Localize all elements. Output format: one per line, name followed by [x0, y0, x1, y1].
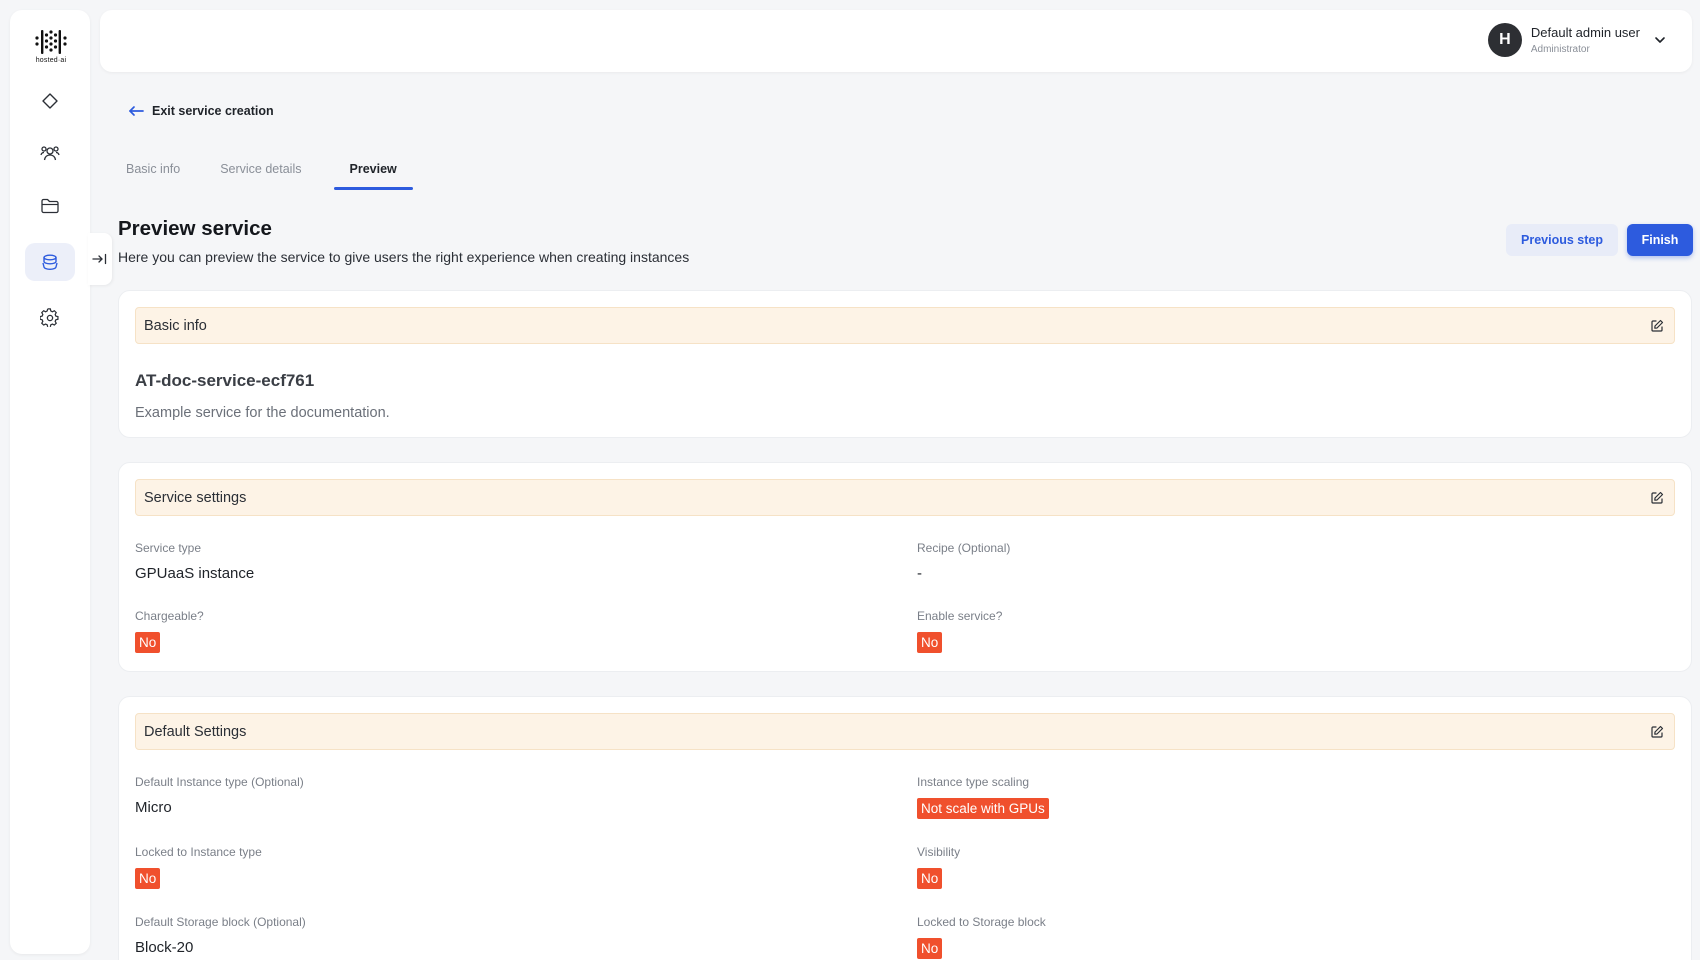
sidebar-item-dashboard[interactable]	[25, 82, 75, 120]
basic-info-title: Basic info	[144, 317, 207, 334]
locked-instance-type-badge: No	[135, 868, 161, 889]
default-storage-block-value: Block-20	[135, 939, 194, 956]
visibility-badge: No	[917, 868, 943, 889]
brand-logo[interactable]: hosted·ai	[32, 28, 70, 76]
field-visibility: Visibility No	[917, 845, 960, 889]
sidebar-collapse-toggle[interactable]	[88, 233, 112, 285]
instance-type-scaling-label: Instance type scaling	[917, 775, 1030, 789]
user-menu[interactable]: H Default admin user Administrator	[1487, 23, 1666, 57]
user-name: Default admin user	[1530, 25, 1640, 40]
chargeable-label: Chargeable?	[135, 609, 204, 623]
tab-preview[interactable]: Preview	[333, 156, 414, 190]
arrow-left-icon	[129, 106, 144, 116]
locked-storage-block-badge: No	[917, 938, 943, 959]
chargeable-badge: No	[135, 632, 161, 653]
field-instance-type-scaling: Instance type scaling Not scale with GPU…	[917, 775, 1049, 819]
chevron-down-icon	[1655, 37, 1665, 43]
field-locked-instance-type: Locked to Instance type No	[135, 845, 262, 889]
users-icon	[40, 146, 60, 161]
basic-info-card: Basic info AT-doc-service-ecf761 Example…	[118, 290, 1692, 438]
service-description: Example service for the documentation.	[135, 405, 390, 421]
default-storage-block-label: Default Storage block (Optional)	[135, 915, 306, 929]
locked-instance-type-label: Locked to Instance type	[135, 845, 262, 859]
default-instance-type-value: Micro	[135, 799, 172, 816]
instance-type-scaling-badge: Not scale with GPUs	[917, 798, 1049, 819]
sidebar-item-users[interactable]	[25, 134, 75, 172]
edit-default-settings-button[interactable]	[1650, 725, 1664, 739]
folder-icon	[41, 198, 59, 214]
user-role: Administrator	[1530, 44, 1590, 55]
default-instance-type-label: Default Instance type (Optional)	[135, 775, 304, 789]
field-default-storage-block: Default Storage block (Optional) Block-2…	[135, 915, 306, 956]
field-default-instance-type: Default Instance type (Optional) Micro	[135, 775, 304, 816]
sidebar-item-services[interactable]	[25, 243, 75, 281]
service-settings-header: Service settings	[135, 479, 1675, 516]
sidebar-item-settings[interactable]	[25, 299, 75, 337]
default-settings-card: Default Settings Default Instance type (…	[118, 696, 1692, 960]
field-locked-storage-block: Locked to Storage block No	[917, 915, 1046, 959]
page-title: Preview service	[118, 217, 272, 240]
sidebar-item-files[interactable]	[25, 187, 75, 225]
expand-sidebar-icon	[92, 253, 107, 265]
edit-basic-info-button[interactable]	[1650, 319, 1664, 333]
locked-storage-block-label: Locked to Storage block	[917, 915, 1046, 929]
service-type-label: Service type	[135, 541, 202, 555]
field-service-type: Service type GPUaaS instance	[135, 541, 254, 582]
top-bar: H Default admin user Administrator	[100, 10, 1692, 72]
exit-service-creation-link[interactable]: Exit service creation	[128, 104, 274, 118]
field-recipe: Recipe (Optional) -	[917, 541, 1010, 582]
recipe-label: Recipe (Optional)	[917, 541, 1011, 555]
sidebar: hosted·ai	[10, 10, 90, 954]
basic-info-header: Basic info	[135, 307, 1675, 344]
stack-icon	[42, 254, 58, 271]
previous-step-button[interactable]: Previous step	[1506, 224, 1618, 256]
tab-service-details[interactable]: Service details	[212, 156, 309, 190]
enable-service-badge: No	[917, 632, 943, 653]
enable-service-label: Enable service?	[917, 609, 1003, 623]
edit-icon	[1651, 319, 1664, 332]
edit-icon	[1651, 725, 1664, 738]
visibility-label: Visibility	[917, 845, 961, 859]
service-type-value: GPUaaS instance	[135, 565, 255, 582]
field-chargeable: Chargeable? No	[135, 609, 204, 653]
field-enable-service: Enable service? No	[917, 609, 1002, 653]
exit-service-creation-label: Exit service creation	[152, 104, 274, 118]
tab-basic-info[interactable]: Basic info	[118, 156, 188, 190]
page-subtitle: Here you can preview the service to give…	[118, 249, 690, 265]
default-settings-header: Default Settings	[135, 713, 1675, 750]
edit-icon	[1651, 491, 1664, 504]
service-settings-card: Service settings Service type GPUaaS ins…	[118, 462, 1692, 672]
avatar: H	[1487, 23, 1522, 57]
hosted-ai-logo-icon	[35, 30, 67, 54]
step-tabs: Basic info Service details Preview	[118, 156, 437, 190]
recipe-value: -	[917, 565, 922, 582]
finish-button[interactable]: Finish	[1627, 224, 1693, 256]
default-settings-title: Default Settings	[144, 723, 247, 740]
service-settings-title: Service settings	[144, 489, 247, 506]
edit-service-settings-button[interactable]	[1650, 491, 1664, 505]
service-name: AT-doc-service-ecf761	[135, 371, 315, 390]
gear-icon	[40, 308, 59, 327]
brand-logo-text: hosted·ai	[35, 57, 67, 64]
diamond-icon	[42, 93, 58, 109]
